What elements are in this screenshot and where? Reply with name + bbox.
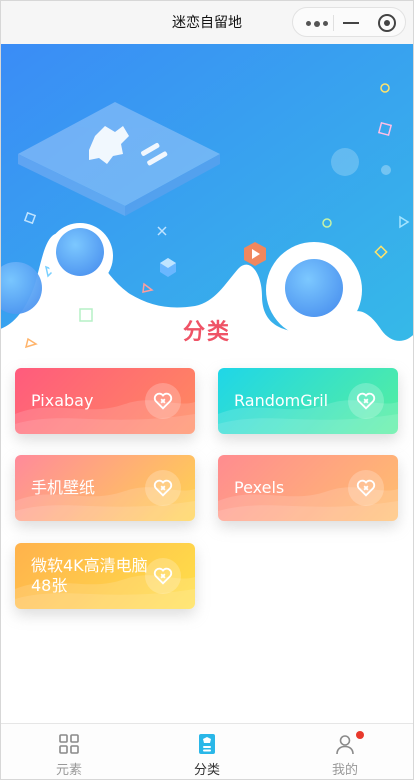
heart-link-icon <box>348 383 384 419</box>
notification-badge <box>356 731 364 739</box>
heart-link-icon <box>145 558 181 594</box>
category-label: RandomGril <box>234 391 329 410</box>
navigation-bar: 迷恋自留地 <box>0 0 414 44</box>
category-card-pexels[interactable]: Pexels <box>218 455 398 521</box>
user-icon <box>336 735 354 755</box>
grid-icon <box>59 734 79 754</box>
category-card-phone-wallpaper[interactable]: 手机壁纸 <box>15 455 195 521</box>
category-card-randomgril[interactable]: RandomGril <box>218 368 398 434</box>
minimize-icon[interactable] <box>343 22 359 24</box>
heart-link-icon <box>145 383 181 419</box>
category-label: 手机壁纸 <box>31 478 96 497</box>
tab-categories[interactable]: 分类 <box>138 724 276 781</box>
hero-banner <box>0 44 414 354</box>
tab-mine[interactable]: 我的 <box>276 724 414 781</box>
tab-bar: 元素 分类 我的 <box>0 723 414 780</box>
category-card-microsoft-4k[interactable]: 微软4K高清电脑48张 <box>15 543 195 609</box>
tab-label: 元素 <box>55 763 82 778</box>
category-label: Pexels <box>234 478 285 497</box>
heart-link-icon <box>348 470 384 506</box>
section-title: 分类 <box>182 320 231 345</box>
tab-label: 我的 <box>331 763 358 778</box>
tab-label: 分类 <box>193 763 220 778</box>
category-label: Pixabay <box>31 391 94 410</box>
more-options-icon[interactable] <box>306 20 328 27</box>
capsule-menu <box>292 7 406 37</box>
tab-elements[interactable]: 元素 <box>0 724 138 781</box>
category-icon <box>199 734 215 754</box>
close-miniprogram-icon[interactable] <box>378 14 396 32</box>
heart-link-icon <box>145 470 181 506</box>
category-label: 微软4K高清电脑48张 <box>31 556 148 595</box>
capsule-divider <box>333 15 334 31</box>
category-card-pixabay[interactable]: Pixabay <box>15 368 195 434</box>
